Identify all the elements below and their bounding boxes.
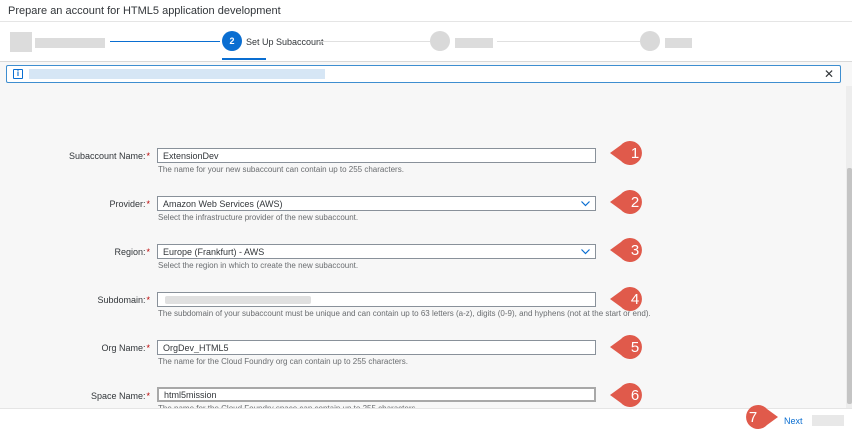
info-message-strip: i ✕ (6, 65, 841, 83)
wizard-step-1-indicator[interactable] (10, 32, 32, 52)
space-name-label: Space Name:* (91, 391, 150, 401)
wizard-step-2-label: Set Up Subaccount (246, 37, 324, 47)
wizard-connector-1 (110, 41, 220, 42)
callout-marker-7: 7 (746, 405, 778, 429)
chevron-down-icon[interactable] (580, 247, 590, 257)
page-title: Prepare an account for HTML5 application… (8, 5, 281, 17)
subdomain-label: Subdomain:* (97, 295, 150, 305)
region-value: Europe (Frankfurt) - AWS (163, 246, 265, 257)
required-mark: * (146, 391, 150, 401)
region-label: Region:* (114, 247, 150, 257)
required-mark: * (146, 247, 150, 257)
callout-marker-4-text: 4 (631, 291, 639, 308)
required-mark: * (146, 295, 150, 305)
wizard-progress: 2 Set Up Subaccount (0, 22, 852, 62)
provider-select[interactable]: Amazon Web Services (AWS) (157, 196, 596, 211)
info-message-text (29, 69, 325, 79)
callout-marker-5-text: 5 (631, 339, 639, 356)
subaccount-name-input[interactable]: ExtensionDev (157, 148, 596, 163)
wizard-step-4-indicator[interactable] (640, 31, 660, 51)
callout-marker-2-text: 2 (631, 194, 639, 211)
callout-marker-3: 3 (610, 238, 642, 262)
wizard-step-3-indicator[interactable] (430, 31, 450, 51)
org-name-value: OrgDev_HTML5 (163, 342, 229, 353)
space-name-value: html5mission (164, 389, 217, 400)
wizard-connector-3 (497, 41, 640, 42)
space-name-label-text: Space Name: (90, 391, 146, 401)
org-name-input[interactable]: OrgDev_HTML5 (157, 340, 596, 355)
subaccount-name-label: Subaccount Name:* (69, 151, 150, 161)
wizard-active-underline (222, 58, 266, 60)
required-mark: * (146, 151, 150, 161)
provider-value: Amazon Web Services (AWS) (163, 198, 283, 209)
wizard-step-2-indicator[interactable]: 2 (222, 31, 242, 51)
required-mark: * (146, 199, 150, 209)
callout-marker-7-text: 7 (749, 409, 757, 426)
subaccount-name-label-text: Subaccount Name: (68, 151, 146, 161)
provider-label: Provider:* (109, 199, 150, 209)
close-icon[interactable]: ✕ (824, 67, 834, 81)
wizard-step-1-label (35, 38, 105, 48)
scrollbar-thumb[interactable] (847, 168, 852, 404)
next-button[interactable]: Next (784, 416, 803, 426)
info-icon: i (13, 69, 23, 79)
chevron-down-icon[interactable] (580, 199, 590, 209)
wizard-step-2-number: 2 (229, 36, 235, 46)
callout-marker-3-text: 3 (631, 242, 639, 259)
region-select[interactable]: Europe (Frankfurt) - AWS (157, 244, 596, 259)
callout-marker-1-text: 1 (631, 145, 639, 162)
callout-marker-1: 1 (610, 141, 642, 165)
wizard-footer: Next (0, 408, 852, 430)
wizard-step-3-label (455, 38, 493, 48)
wizard-connector-2 (318, 41, 430, 42)
subdomain-value-blurred (165, 295, 311, 304)
cancel-button[interactable] (812, 415, 844, 426)
required-mark: * (146, 343, 150, 353)
provider-helper: Select the infrastructure provider of th… (158, 213, 359, 222)
subdomain-helper: The subdomain of your subaccount must be… (158, 309, 651, 318)
callout-marker-6: 6 (610, 383, 642, 407)
callout-marker-2: 2 (610, 190, 642, 214)
subdomain-input[interactable] (157, 292, 596, 307)
callout-marker-5: 5 (610, 335, 642, 359)
wizard-step-4-label (665, 38, 692, 48)
region-label-text: Region: (114, 247, 146, 257)
provider-label-text: Provider: (109, 199, 146, 209)
subaccount-name-value: ExtensionDev (163, 150, 219, 161)
subdomain-label-text: Subdomain: (97, 295, 146, 305)
org-name-label-text: Org Name: (101, 343, 146, 353)
subaccount-name-helper: The name for your new subaccount can con… (158, 165, 404, 174)
org-name-helper: The name for the Cloud Foundry org can c… (158, 357, 408, 366)
title-bar: Prepare an account for HTML5 application… (0, 0, 852, 22)
region-helper: Select the region in which to create the… (158, 261, 359, 270)
callout-marker-4: 4 (610, 287, 642, 311)
callout-marker-6-text: 6 (631, 387, 639, 404)
space-name-input[interactable]: html5mission (157, 387, 596, 402)
org-name-label: Org Name:* (101, 343, 150, 353)
